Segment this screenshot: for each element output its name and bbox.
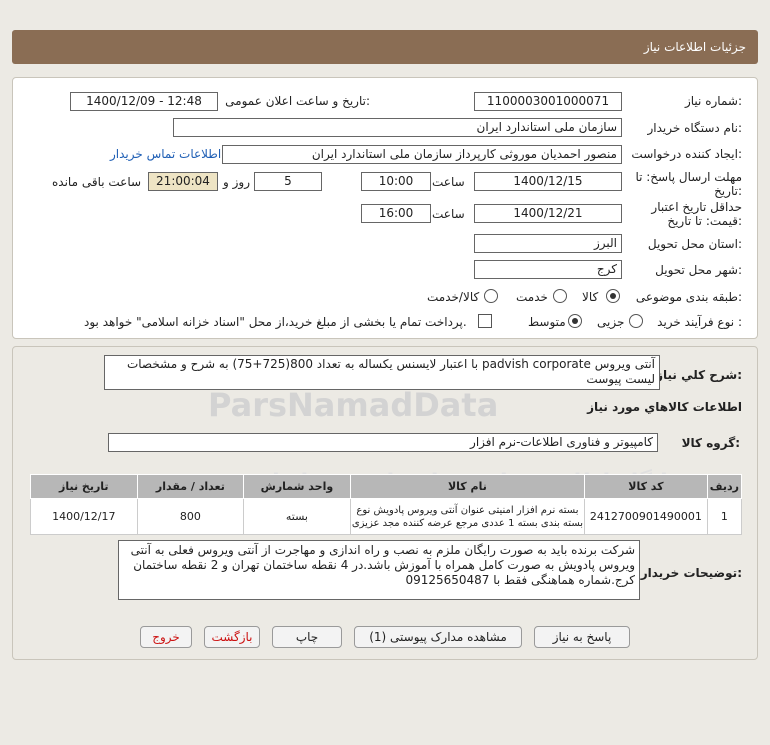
col-name: نام کالا — [349, 474, 586, 499]
days-field: 5 — [254, 172, 322, 191]
cell-name: بسته نرم افزار امنیتی عنوان آنتی ویروس پ… — [349, 498, 586, 535]
page-header: جزئیات اطلاعات نیاز — [12, 30, 758, 64]
back-button[interactable]: بازگشت — [204, 626, 260, 648]
reply-button[interactable]: پاسخ به نیاز — [534, 626, 630, 648]
announce-field: 1400/12/09 - 12:48 — [70, 92, 218, 111]
buyer-notes-field: شرکت برنده باید به صورت رایگان ملزم به ن… — [118, 540, 640, 600]
category-label: طبقه بندی موضوعی: — [635, 290, 742, 304]
col-unit: واحد شمارش — [243, 474, 351, 499]
cell-qty: 800 — [136, 498, 245, 535]
deadline-date-field: 1400/12/15 — [474, 172, 622, 191]
buyer-org-field: سازمان ملی استاندارد ایران — [173, 118, 622, 137]
goods-table: ردیف کد کالا نام کالا واحد شمارش تعداد /… — [30, 474, 743, 535]
category-radio-goods-service[interactable] — [484, 289, 498, 303]
page-title: جزئیات اطلاعات نیاز — [643, 40, 746, 54]
cell-row: 1 — [706, 498, 743, 535]
process-label: نوع فرآیند خرید : — [657, 315, 742, 329]
days-label: روز و — [223, 175, 250, 189]
summary-field: آنتی ویروس padvish corporate با اعتبار ل… — [104, 355, 660, 390]
cell-code: 2412700901490001 — [584, 498, 708, 535]
treasury-payment-checkbox[interactable] — [478, 314, 492, 328]
goods-section-title: اطلاعات کالاهاي مورد نياز — [587, 400, 742, 414]
category-option-service: خدمت — [516, 290, 548, 304]
deadline-label: مهلت ارسال پاسخ: تا — [635, 170, 742, 184]
remaining-time-field: 21:00:04 — [148, 172, 218, 191]
process-radio-minor[interactable] — [629, 314, 643, 328]
cell-date: 1400/12/17 — [30, 498, 138, 535]
validity-date-field: 1400/12/21 — [474, 204, 622, 223]
buyer-org-label: نام دستگاه خریدار: — [647, 121, 743, 135]
deadline-time-label: ساعت — [432, 175, 465, 189]
exit-button[interactable]: خروج — [140, 626, 192, 648]
validity-label: حداقل تاریخ اعتبار — [651, 200, 742, 214]
province-label: استان محل تحویل: — [647, 237, 742, 251]
view-attachments-button[interactable]: مشاهده مدارک پیوستی (1) — [354, 626, 522, 648]
deadline-time-field: 10:00 — [361, 172, 431, 191]
contact-buyer-link[interactable]: اطلاعات تماس خریدار — [110, 147, 221, 161]
table-row: 1 2412700901490001 بسته نرم افزار امنیتی… — [30, 498, 743, 535]
col-qty: تعداد / مقدار — [136, 474, 245, 499]
validity-time-label: ساعت — [432, 207, 465, 221]
need-number-label: شماره نیاز: — [684, 94, 742, 108]
announce-label: تاریخ و ساعت اعلان عمومی: — [225, 94, 370, 108]
validity-time-field: 16:00 — [361, 204, 431, 223]
process-option-medium: متوسط — [528, 315, 566, 329]
table-header-row: ردیف کد کالا نام کالا واحد شمارش تعداد /… — [30, 474, 743, 499]
creator-field: منصور احمدیان موروثی کارپرداز سازمان ملی… — [222, 145, 622, 164]
col-date: تاریخ نیاز — [30, 474, 138, 499]
province-field: البرز — [474, 234, 622, 253]
remaining-label: ساعت باقی مانده — [52, 175, 142, 189]
col-row: ردیف — [706, 474, 743, 499]
process-radio-medium[interactable] — [568, 314, 582, 328]
category-radio-service[interactable] — [553, 289, 567, 303]
creator-label: ایجاد کننده درخواست: — [631, 147, 742, 161]
goods-group-label: گروه کالا: — [681, 436, 740, 450]
goods-group-field: کامپیوتر و فناوری اطلاعات-نرم افزار — [108, 433, 658, 452]
category-option-goods: کالا — [582, 290, 599, 304]
category-option-goods-service: کالا/خدمت — [427, 290, 480, 304]
col-code: کد کالا — [584, 474, 708, 499]
buyer-notes-label: توضیحات خریدار: — [640, 566, 742, 580]
summary-label: شرح کلي نياز: — [656, 368, 742, 382]
need-number-field: 1100003001000071 — [474, 92, 622, 111]
treasury-payment-note: پرداخت تمام یا بخشی از مبلغ خرید،از محل … — [84, 315, 467, 329]
print-button[interactable]: چاپ — [272, 626, 342, 648]
city-label: شهر محل تحویل: — [655, 263, 742, 277]
process-option-minor: جزیی — [597, 315, 625, 329]
category-radio-goods[interactable] — [606, 289, 620, 303]
deadline-label-date: تاریخ: — [714, 184, 742, 198]
validity-label-date: قیمت: تا تاریخ: — [667, 214, 742, 228]
city-field: کرج — [474, 260, 622, 279]
cell-unit: بسته — [243, 498, 351, 535]
